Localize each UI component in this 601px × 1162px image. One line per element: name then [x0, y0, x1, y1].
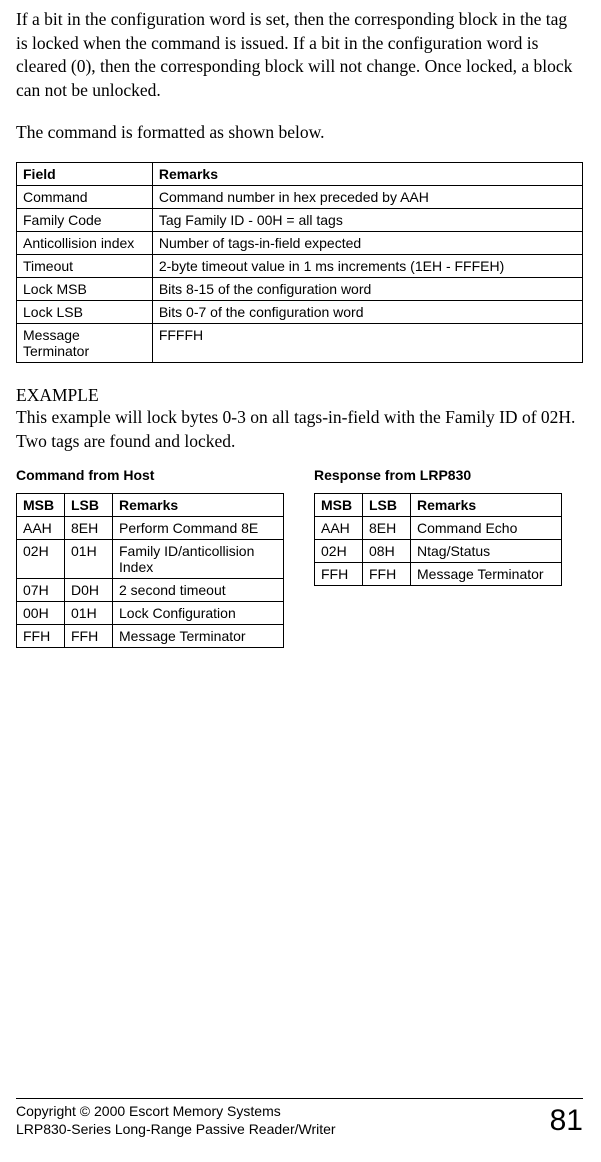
cell-msb: AAH — [17, 517, 65, 540]
cell-lsb: 8EH — [65, 517, 113, 540]
cell-field: Lock LSB — [17, 301, 153, 324]
cell-field: Timeout — [17, 255, 153, 278]
col-header-lsb: LSB — [65, 494, 113, 517]
cell-msb: 00H — [17, 602, 65, 625]
response-table: MSB LSB Remarks AAH 8EH Command Echo 02H… — [314, 493, 562, 586]
table-row: AAH 8EH Perform Command 8E — [17, 517, 284, 540]
cell-field: Anticollision index — [17, 232, 153, 255]
cell-remarks: Message Terminator — [411, 563, 562, 586]
page-footer: Copyright © 2000 Escort Memory Systems L… — [16, 1098, 583, 1138]
table-row: Lock MSB Bits 8-15 of the configuration … — [17, 278, 583, 301]
col-header-field: Field — [17, 163, 153, 186]
table-row: Command Command number in hex preceded b… — [17, 186, 583, 209]
table-header-row: MSB LSB Remarks — [17, 494, 284, 517]
table-row: Lock LSB Bits 0-7 of the configuration w… — [17, 301, 583, 324]
cell-lsb: 01H — [65, 602, 113, 625]
table-row: 02H 01H Family ID/anticollision Index — [17, 540, 284, 579]
cell-lsb: 8EH — [363, 517, 411, 540]
col-header-remarks: Remarks — [113, 494, 284, 517]
table-row: 07H D0H 2 second timeout — [17, 579, 284, 602]
cell-remarks: Tag Family ID - 00H = all tags — [152, 209, 582, 232]
cell-lsb: D0H — [65, 579, 113, 602]
cell-remarks: Number of tags-in-field expected — [152, 232, 582, 255]
cell-remarks: 2-byte timeout value in 1 ms increments … — [152, 255, 582, 278]
cell-remarks: FFFFH — [152, 324, 582, 363]
col-header-msb: MSB — [17, 494, 65, 517]
table-row: 00H 01H Lock Configuration — [17, 602, 284, 625]
table-row: Family Code Tag Family ID - 00H = all ta… — [17, 209, 583, 232]
footer-copyright: Copyright © 2000 Escort Memory Systems — [16, 1103, 336, 1121]
table-row: FFH FFH Message Terminator — [315, 563, 562, 586]
cell-field: Command — [17, 186, 153, 209]
cell-msb: AAH — [315, 517, 363, 540]
col-header-remarks: Remarks — [411, 494, 562, 517]
host-command-table: MSB LSB Remarks AAH 8EH Perform Command … — [16, 493, 284, 648]
cell-field: Message Terminator — [17, 324, 153, 363]
cell-msb: 02H — [315, 540, 363, 563]
cell-remarks: Command Echo — [411, 517, 562, 540]
table-header-row: MSB LSB Remarks — [315, 494, 562, 517]
col-header-lsb: LSB — [363, 494, 411, 517]
cell-remarks: 2 second timeout — [113, 579, 284, 602]
table-row: Anticollision index Number of tags-in-fi… — [17, 232, 583, 255]
table-row: FFH FFH Message Terminator — [17, 625, 284, 648]
cell-remarks: Ntag/Status — [411, 540, 562, 563]
cell-remarks: Perform Command 8E — [113, 517, 284, 540]
cell-msb: FFH — [17, 625, 65, 648]
example-body: This example will lock bytes 0-3 on all … — [16, 406, 583, 453]
table-row: Message Terminator FFFFH — [17, 324, 583, 363]
table-row: 02H 08H Ntag/Status — [315, 540, 562, 563]
page-number: 81 — [550, 1104, 583, 1138]
cell-msb: 07H — [17, 579, 65, 602]
command-format-table: Field Remarks Command Command number in … — [16, 162, 583, 363]
cell-msb: FFH — [315, 563, 363, 586]
table-row: AAH 8EH Command Echo — [315, 517, 562, 540]
table-row: Timeout 2-byte timeout value in 1 ms inc… — [17, 255, 583, 278]
paragraph-config-word: If a bit in the configuration word is se… — [16, 8, 583, 103]
cell-remarks: Message Terminator — [113, 625, 284, 648]
cell-field: Lock MSB — [17, 278, 153, 301]
cell-lsb: FFH — [65, 625, 113, 648]
cell-field: Family Code — [17, 209, 153, 232]
cell-lsb: 01H — [65, 540, 113, 579]
table-header-row: Field Remarks — [17, 163, 583, 186]
col-header-remarks: Remarks — [152, 163, 582, 186]
col-header-msb: MSB — [315, 494, 363, 517]
cell-msb: 02H — [17, 540, 65, 579]
cell-remarks: Bits 8-15 of the configuration word — [152, 278, 582, 301]
footer-product: LRP830-Series Long-Range Passive Reader/… — [16, 1121, 336, 1139]
cell-lsb: FFH — [363, 563, 411, 586]
cell-remarks: Command number in hex preceded by AAH — [152, 186, 582, 209]
cell-remarks: Lock Configuration — [113, 602, 284, 625]
response-heading: Response from LRP830 — [314, 467, 562, 483]
cell-remarks: Bits 0-7 of the configuration word — [152, 301, 582, 324]
example-heading: EXAMPLE — [16, 385, 583, 406]
host-command-heading: Command from Host — [16, 467, 284, 483]
paragraph-command-format: The command is formatted as shown below. — [16, 121, 583, 145]
cell-lsb: 08H — [363, 540, 411, 563]
cell-remarks: Family ID/anticollision Index — [113, 540, 284, 579]
